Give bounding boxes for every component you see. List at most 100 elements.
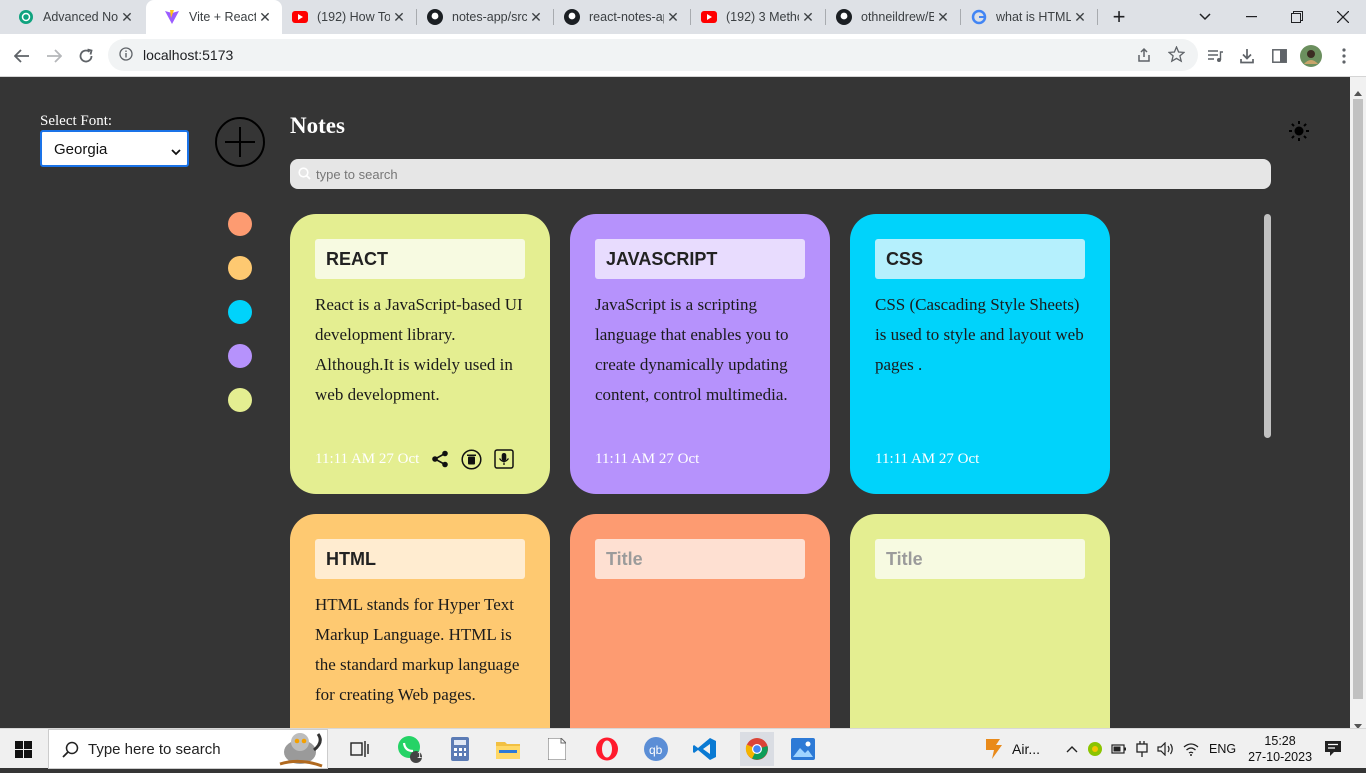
notifications-icon[interactable] (1324, 740, 1342, 762)
google-icon (971, 9, 987, 25)
browser-tab-vite-react[interactable]: Vite + React ✕ (146, 0, 282, 34)
windows-start-icon[interactable] (15, 741, 32, 763)
site-info-icon[interactable] (119, 47, 133, 66)
close-tab-icon[interactable]: ✕ (1071, 9, 1089, 26)
wifi-icon[interactable] (1183, 742, 1199, 756)
address-bar[interactable]: localhost:5173 (108, 39, 1198, 71)
note-title-input[interactable]: REACT (315, 239, 525, 279)
downloads-icon[interactable] (1233, 42, 1261, 70)
notepad-icon[interactable] (543, 735, 571, 763)
close-tab-icon[interactable]: ✕ (390, 9, 408, 26)
language-indicator[interactable]: ENG (1209, 742, 1236, 756)
tray-app-icon[interactable] (1087, 741, 1103, 757)
new-tab-button[interactable]: + (1096, 0, 1142, 34)
close-tab-icon[interactable]: ✕ (664, 9, 682, 26)
note-title-input[interactable]: Title (595, 539, 805, 579)
weather-text: Air... (1012, 741, 1041, 757)
page-title: Notes (290, 113, 345, 138)
color-swatch-lime[interactable] (228, 388, 252, 412)
note-body[interactable]: JavaScript is a scripting language that … (595, 290, 810, 410)
calculator-icon[interactable] (446, 735, 474, 763)
browser-tab-youtube-1[interactable]: (192) How To ✕ (282, 0, 416, 34)
share-icon[interactable] (431, 450, 449, 468)
tab-search-icon[interactable] (1182, 0, 1228, 34)
browser-tab-github-notes[interactable]: notes-app/src ✕ (417, 0, 553, 34)
note-body[interactable]: CSS (Cascading Style Sheets) is used to … (875, 290, 1090, 380)
tab-title: (192) How To (317, 10, 390, 24)
browser-menu-icon[interactable] (1330, 42, 1358, 70)
windows-taskbar: Type here to search 1 qb Air... ENG 15:2… (0, 728, 1366, 769)
url-text: localhost:5173 (143, 47, 234, 63)
color-swatch-cyan[interactable] (228, 300, 252, 324)
taskbar-search-box[interactable]: Type here to search (48, 729, 328, 769)
clock-time: 15:28 (1264, 734, 1296, 748)
clock-date: 27-10-2023 (1248, 750, 1313, 764)
font-select-label: Select Font: (40, 113, 113, 129)
power-plug-icon[interactable] (1135, 741, 1149, 757)
forward-icon[interactable] (40, 42, 68, 70)
browser-tab-google-html[interactable]: what is HTML ✕ (961, 0, 1097, 34)
volume-icon[interactable] (1157, 742, 1175, 756)
chrome-icon[interactable] (740, 732, 774, 766)
search-icon (298, 167, 311, 185)
chevron-down-icon (171, 143, 181, 160)
note-title-input[interactable]: HTML (315, 539, 525, 579)
tab-title: (192) 3 Methods (726, 10, 799, 24)
add-note-button[interactable] (215, 117, 265, 167)
close-window-icon[interactable] (1320, 0, 1366, 34)
restore-icon[interactable] (1274, 0, 1320, 34)
close-tab-icon[interactable]: ✕ (934, 9, 952, 26)
back-icon[interactable] (8, 42, 36, 70)
vscode-icon[interactable] (691, 735, 719, 763)
whatsapp-icon[interactable]: 1 (396, 735, 424, 763)
close-tab-icon[interactable]: ✕ (118, 9, 136, 26)
page-scrollbar[interactable] (1350, 77, 1366, 729)
notes-scrollbar[interactable] (1264, 214, 1271, 438)
svg-text:qb: qb (649, 743, 663, 757)
close-tab-icon[interactable]: ✕ (527, 9, 545, 26)
font-select[interactable]: Georgia (40, 130, 189, 167)
close-tab-icon[interactable]: ✕ (256, 9, 274, 26)
note-body[interactable]: React is a JavaScript-based UI developme… (315, 290, 530, 410)
weather-widget[interactable]: Air... (982, 729, 1040, 769)
opera-icon[interactable] (593, 735, 621, 763)
search-placeholder: type to search (316, 167, 398, 182)
note-body[interactable]: HTML stands for Hyper Text Markup Langua… (315, 590, 530, 710)
browser-tab-youtube-2[interactable]: (192) 3 Methods ✕ (691, 0, 825, 34)
microphone-icon[interactable] (494, 449, 515, 469)
minimize-icon[interactable] (1228, 0, 1274, 34)
note-title-input[interactable]: CSS (875, 239, 1085, 279)
show-hidden-icons-icon[interactable] (1066, 745, 1078, 753)
note-card: JAVASCRIPT JavaScript is a scripting lan… (570, 214, 830, 494)
delete-icon[interactable] (461, 448, 482, 470)
note-title-input[interactable]: Title (875, 539, 1085, 579)
close-tab-icon[interactable]: ✕ (799, 9, 817, 26)
profile-avatar[interactable] (1297, 42, 1325, 70)
qbittorrent-icon[interactable]: qb (642, 735, 670, 763)
clock[interactable]: 15:28 27-10-2023 (1248, 733, 1312, 765)
theme-toggle-sun-icon[interactable] (1288, 120, 1310, 142)
browser-tab-github-best[interactable]: othneildrew/Best ✕ (826, 0, 960, 34)
media-controls-icon[interactable] (1201, 42, 1229, 70)
share-icon[interactable] (1136, 47, 1152, 68)
youtube-icon (701, 9, 717, 25)
color-swatch-orange[interactable] (228, 212, 252, 236)
color-swatch-yellow[interactable] (228, 256, 252, 280)
color-swatch-purple[interactable] (228, 344, 252, 368)
side-panel-icon[interactable] (1265, 42, 1293, 70)
task-view-icon[interactable] (346, 735, 374, 763)
photos-icon[interactable] (789, 735, 817, 763)
search-input[interactable]: type to search (290, 159, 1271, 189)
air-quality-icon (982, 737, 1004, 761)
note-title-input[interactable]: JAVASCRIPT (595, 239, 805, 279)
note-card: Title (570, 514, 830, 728)
tab-title: react-notes-app (589, 10, 664, 24)
scrollbar-thumb[interactable] (1353, 99, 1363, 699)
file-explorer-icon[interactable] (494, 735, 522, 763)
note-card: CSS CSS (Cascading Style Sheets) is used… (850, 214, 1110, 494)
browser-tab-github-react-notes[interactable]: react-notes-app ✕ (554, 0, 690, 34)
reload-icon[interactable] (72, 42, 100, 70)
battery-icon[interactable] (1111, 743, 1127, 755)
browser-tab-advanced-notes[interactable]: Advanced Notes ✕ (0, 0, 144, 34)
bookmark-star-icon[interactable] (1167, 45, 1186, 68)
